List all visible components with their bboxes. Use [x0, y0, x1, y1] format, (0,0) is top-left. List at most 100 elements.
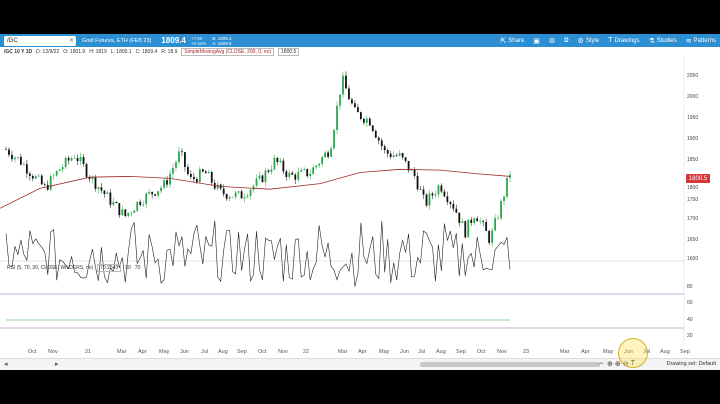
candle-body	[11, 154, 13, 160]
candle-body	[246, 195, 249, 198]
candle-body	[345, 75, 347, 89]
candle-body	[20, 156, 22, 165]
x-tick: May	[603, 349, 614, 355]
candle-body	[288, 172, 291, 178]
x-tick: May	[159, 349, 170, 355]
candle-body	[157, 191, 159, 196]
x-tick: Oct	[28, 349, 37, 355]
x-tick: Nov	[497, 349, 507, 355]
candle-body	[145, 193, 148, 205]
candle-body	[115, 201, 118, 204]
scroll-right-icon[interactable]: ▸	[55, 360, 59, 368]
candle-body	[315, 165, 318, 168]
candle-body	[374, 130, 377, 138]
candle-body	[279, 160, 282, 163]
x-tick: Sep	[456, 349, 466, 355]
zoom-reset-icon[interactable]: ⊕	[607, 360, 613, 368]
candle-body	[443, 191, 446, 197]
candle-body	[136, 201, 139, 211]
candle-body	[425, 194, 428, 206]
candle-body	[55, 171, 58, 176]
candle-body	[109, 192, 112, 205]
candle-body	[163, 180, 165, 188]
candle-body	[380, 140, 383, 147]
candle-body	[395, 155, 398, 156]
chart-window: /GC ✕ Gold Futures, ETH (FEB 23) 1809.4 …	[0, 34, 720, 370]
candle-body	[413, 169, 416, 176]
candle-body	[419, 189, 422, 190]
candle-body	[154, 194, 157, 196]
candle-body	[207, 172, 210, 174]
candle-body	[386, 149, 389, 154]
candle-body	[14, 157, 16, 160]
pan-icon[interactable]: ⇔	[598, 360, 605, 368]
x-tick: Oct	[258, 349, 267, 355]
candle-body	[148, 191, 151, 194]
candle-body	[368, 118, 371, 126]
candle-body	[330, 148, 332, 157]
candle-body	[485, 222, 488, 231]
candle-body	[94, 176, 97, 189]
x-tick: 22	[303, 349, 310, 355]
price-tick: 1850	[687, 157, 699, 163]
candle-body	[321, 157, 324, 164]
candle-body	[488, 230, 491, 243]
x-tick: Mar	[117, 349, 127, 355]
candle-body	[31, 176, 34, 179]
sma-line	[0, 168, 511, 209]
candle-body	[306, 168, 309, 177]
candle-body	[506, 177, 508, 197]
candle-body	[348, 88, 350, 100]
x-tick: Mar	[560, 349, 570, 355]
candle-body	[461, 221, 464, 223]
rsi-tick: 80	[687, 284, 693, 290]
candle-body	[416, 175, 419, 190]
price-tick: 1750	[687, 197, 699, 203]
candle-body	[61, 167, 64, 170]
rsi-tick: 20	[687, 333, 693, 339]
candle-body	[452, 203, 455, 209]
candle-body	[389, 153, 392, 157]
candle-body	[437, 185, 440, 195]
scroll-left-icon[interactable]: ◂	[4, 360, 8, 368]
candle-body	[294, 174, 297, 180]
candle-body	[327, 152, 329, 157]
candle-body	[455, 208, 458, 213]
candle-body	[139, 201, 142, 205]
candle-body	[243, 197, 246, 199]
candle-body	[8, 149, 10, 155]
candle-body	[401, 153, 404, 158]
candle-body	[133, 210, 136, 213]
time-scrollbar[interactable]	[420, 362, 600, 367]
candle-body	[392, 155, 395, 157]
x-tick: Aug	[218, 349, 228, 355]
price-tick: 1800	[687, 185, 699, 191]
candle-body	[28, 173, 31, 177]
candle-body	[342, 75, 344, 95]
candle-body	[118, 203, 121, 216]
rsi-tick: 60	[687, 300, 693, 306]
candle-body	[494, 218, 496, 231]
candle-body	[479, 221, 482, 222]
candle-body	[166, 180, 168, 185]
candle-body	[46, 184, 49, 190]
rsi-level-b: 70	[134, 264, 141, 271]
candle-body	[312, 167, 315, 175]
candle-body	[276, 157, 279, 163]
candle-body	[500, 200, 502, 219]
mouse-cursor-highlight	[618, 338, 648, 368]
candle-body	[103, 190, 106, 195]
candle-body	[25, 164, 28, 174]
candle-body	[470, 219, 473, 223]
candle-body	[273, 157, 276, 170]
candle-body	[434, 194, 437, 196]
drawing-set-selector[interactable]: Drawing set: Default	[666, 361, 716, 367]
candle-body	[431, 193, 434, 196]
price-tick: 1650	[687, 237, 699, 243]
chart-canvas[interactable]	[0, 34, 720, 370]
x-tick: Sep	[680, 349, 690, 355]
rsi-study-label[interactable]: RSI (5, 70, 30, CLOSE, WILDERS, no)	[7, 265, 93, 271]
candle-body	[264, 170, 267, 183]
candle-body	[234, 192, 237, 197]
candle-body	[121, 209, 124, 216]
